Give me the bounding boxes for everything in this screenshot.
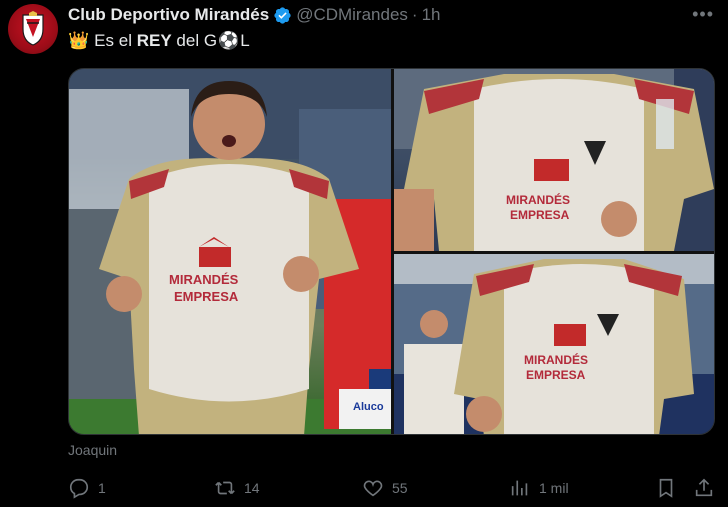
more-options-icon[interactable]: ••• — [692, 4, 714, 25]
tweet-actions: 1 14 55 1 mil — [68, 474, 718, 502]
heart-icon — [363, 480, 383, 497]
bookmark-icon — [659, 478, 673, 498]
tweet-text-part-3: L — [240, 31, 250, 50]
media-caption: Joaquin — [68, 442, 118, 458]
views-count: 1 mil — [539, 480, 569, 496]
reply-icon — [69, 478, 89, 499]
share-button[interactable] — [693, 474, 715, 502]
separator-dot: · — [411, 5, 418, 24]
photo-jersey-closeup-bottom[interactable]: MIRANDÉS EMPRESA — [394, 254, 714, 434]
photo-jersey-closeup-top-image: MIRANDÉS EMPRESA — [394, 69, 714, 251]
like-button[interactable]: 55 — [362, 474, 408, 502]
retweet-icon — [215, 481, 235, 495]
photo-player-celebrating-image: MIRANDÉS EMPRESA — [69, 69, 391, 434]
share-icon — [695, 478, 713, 497]
author-handle[interactable]: @CDMirandes — [296, 5, 408, 25]
soccer-ball-emoji: ⚽ — [218, 31, 240, 50]
tweet-text: 👑 Es el REY del G ⚽ L — [68, 31, 250, 51]
photo-player-celebrating[interactable]: MIRANDÉS EMPRESA Aluco — [69, 69, 391, 434]
svg-text:MIRANDÉS: MIRANDÉS — [506, 192, 570, 207]
retweet-button[interactable]: 14 — [214, 474, 260, 502]
reply-count: 1 — [98, 480, 106, 496]
author-name[interactable]: Club Deportivo Mirandés — [68, 5, 269, 25]
avatar[interactable] — [8, 4, 58, 54]
views-chart-icon — [511, 480, 528, 496]
svg-text:MIRANDÉS: MIRANDÉS — [169, 272, 239, 287]
svg-text:MIRANDÉS: MIRANDÉS — [524, 352, 588, 367]
timestamp[interactable]: 1h — [422, 5, 441, 25]
views-button[interactable]: 1 mil — [509, 474, 569, 502]
tweet-text-part-1: Es el — [94, 31, 132, 50]
tweet-text-bold: REY — [136, 31, 172, 50]
media-grid: MIRANDÉS EMPRESA Aluco MIRANDÉS EMPRESA — [68, 68, 715, 435]
bookmark-button[interactable] — [655, 474, 677, 502]
svg-text:EMPRESA: EMPRESA — [510, 208, 570, 222]
svg-text:EMPRESA: EMPRESA — [174, 289, 239, 304]
svg-text:EMPRESA: EMPRESA — [526, 368, 586, 382]
reply-button[interactable]: 1 — [68, 474, 106, 502]
photo-jersey-closeup-top[interactable]: MIRANDÉS EMPRESA — [394, 69, 714, 251]
crown-emoji: 👑 — [68, 31, 90, 50]
ad-text: Aluco — [353, 401, 384, 413]
verified-badge-icon — [274, 6, 291, 24]
club-crest-icon — [22, 11, 44, 46]
retweet-count: 14 — [244, 480, 260, 496]
tweet-header: Club Deportivo Mirandés @CDMirandes · 1h… — [68, 4, 728, 26]
photo-jersey-closeup-bottom-image: MIRANDÉS EMPRESA — [394, 254, 714, 434]
like-count: 55 — [392, 480, 408, 496]
tweet-text-part-2: del G — [176, 31, 218, 50]
